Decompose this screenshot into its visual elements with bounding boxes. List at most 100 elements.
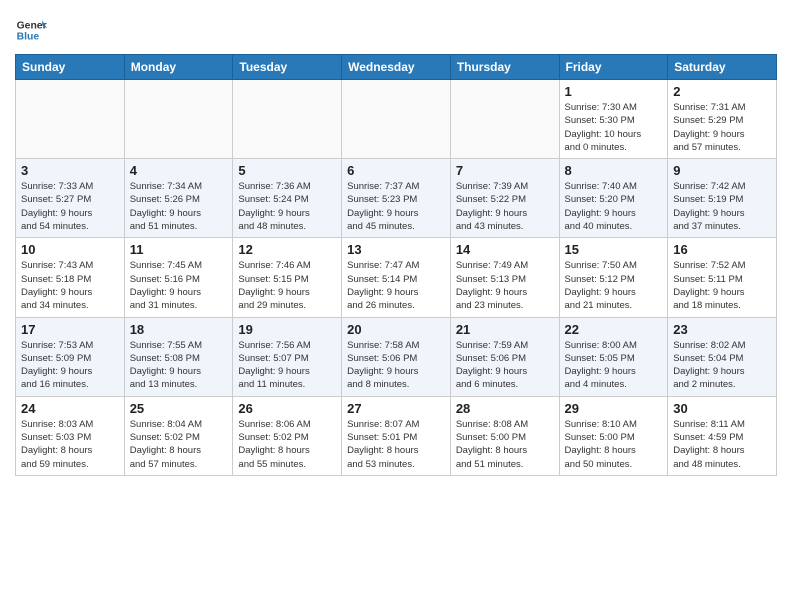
day-info: Sunrise: 7:59 AMSunset: 5:06 PMDaylight:… <box>456 339 554 392</box>
day-info: Sunrise: 7:30 AMSunset: 5:30 PMDaylight:… <box>565 101 663 154</box>
day-number: 4 <box>130 163 228 178</box>
week-row-1: 1 Sunrise: 7:30 AMSunset: 5:30 PMDaylight… <box>16 80 777 159</box>
day-number: 13 <box>347 242 445 257</box>
day-info: Sunrise: 7:36 AMSunset: 5:24 PMDaylight:… <box>238 180 336 233</box>
calendar-cell <box>233 80 342 159</box>
day-number: 10 <box>21 242 119 257</box>
calendar-cell: 1 Sunrise: 7:30 AMSunset: 5:30 PMDaylight… <box>559 80 668 159</box>
day-number: 5 <box>238 163 336 178</box>
day-info: Sunrise: 7:43 AMSunset: 5:18 PMDaylight:… <box>21 259 119 312</box>
calendar-cell: 18 Sunrise: 7:55 AMSunset: 5:08 PMDayligh… <box>124 317 233 396</box>
day-number: 6 <box>347 163 445 178</box>
calendar-cell: 22 Sunrise: 8:00 AMSunset: 5:05 PMDayligh… <box>559 317 668 396</box>
day-info: Sunrise: 7:58 AMSunset: 5:06 PMDaylight:… <box>347 339 445 392</box>
calendar-cell: 21 Sunrise: 7:59 AMSunset: 5:06 PMDayligh… <box>450 317 559 396</box>
page: General Blue SundayMondayTuesdayWednesda… <box>0 0 792 491</box>
day-number: 21 <box>456 322 554 337</box>
logo-icon: General Blue <box>15 14 47 46</box>
day-number: 9 <box>673 163 771 178</box>
calendar-cell: 19Sunrise: 7:56 AMSunset: 5:07 PMDayligh… <box>233 317 342 396</box>
day-number: 18 <box>130 322 228 337</box>
day-info: Sunrise: 8:07 AMSunset: 5:01 PMDaylight:… <box>347 418 445 471</box>
day-info: Sunrise: 7:45 AMSunset: 5:16 PMDaylight:… <box>130 259 228 312</box>
day-number: 23 <box>673 322 771 337</box>
day-info: Sunrise: 7:50 AMSunset: 5:12 PMDaylight:… <box>565 259 663 312</box>
weekday-header-thursday: Thursday <box>450 55 559 80</box>
calendar-cell: 3Sunrise: 7:33 AMSunset: 5:27 PMDaylight… <box>16 159 125 238</box>
header: General Blue <box>15 10 777 46</box>
day-number: 11 <box>130 242 228 257</box>
calendar-cell <box>342 80 451 159</box>
calendar-cell: 4Sunrise: 7:34 AMSunset: 5:26 PMDaylight… <box>124 159 233 238</box>
day-number: 14 <box>456 242 554 257</box>
day-info: Sunrise: 7:39 AMSunset: 5:22 PMDaylight:… <box>456 180 554 233</box>
calendar-cell: 14Sunrise: 7:49 AMSunset: 5:13 PMDayligh… <box>450 238 559 317</box>
day-info: Sunrise: 7:47 AMSunset: 5:14 PMDaylight:… <box>347 259 445 312</box>
calendar-cell: 12 Sunrise: 7:46 AMSunset: 5:15 PMDayligh… <box>233 238 342 317</box>
weekday-header-row: SundayMondayTuesdayWednesdayThursdayFrid… <box>16 55 777 80</box>
calendar-cell: 11 Sunrise: 7:45 AMSunset: 5:16 PMDayligh… <box>124 238 233 317</box>
day-info: Sunrise: 7:52 AMSunset: 5:11 PMDaylight:… <box>673 259 771 312</box>
week-row-4: 17 Sunrise: 7:53 AMSunset: 5:09 PMDayligh… <box>16 317 777 396</box>
day-number: 2 <box>673 84 771 99</box>
calendar-cell: 17 Sunrise: 7:53 AMSunset: 5:09 PMDayligh… <box>16 317 125 396</box>
weekday-header-saturday: Saturday <box>668 55 777 80</box>
calendar-cell: 2 Sunrise: 7:31 AMSunset: 5:29 PMDaylight… <box>668 80 777 159</box>
calendar-cell: 5 Sunrise: 7:36 AMSunset: 5:24 PMDaylight… <box>233 159 342 238</box>
day-info: Sunrise: 8:06 AMSunset: 5:02 PMDaylight:… <box>238 418 336 471</box>
calendar-cell: 13 Sunrise: 7:47 AMSunset: 5:14 PMDayligh… <box>342 238 451 317</box>
calendar-cell: 6Sunrise: 7:37 AMSunset: 5:23 PMDaylight… <box>342 159 451 238</box>
day-info: Sunrise: 7:40 AMSunset: 5:20 PMDaylight:… <box>565 180 663 233</box>
calendar-cell: 27Sunrise: 8:07 AMSunset: 5:01 PMDayligh… <box>342 396 451 475</box>
weekday-header-monday: Monday <box>124 55 233 80</box>
calendar-table: SundayMondayTuesdayWednesdayThursdayFrid… <box>15 54 777 476</box>
calendar-cell: 16 Sunrise: 7:52 AMSunset: 5:11 PMDayligh… <box>668 238 777 317</box>
day-number: 16 <box>673 242 771 257</box>
day-number: 28 <box>456 401 554 416</box>
day-info: Sunrise: 8:11 AMSunset: 4:59 PMDaylight:… <box>673 418 771 471</box>
day-number: 22 <box>565 322 663 337</box>
calendar-cell <box>124 80 233 159</box>
day-info: Sunrise: 8:04 AMSunset: 5:02 PMDaylight:… <box>130 418 228 471</box>
calendar-cell: 29 Sunrise: 8:10 AMSunset: 5:00 PMDayligh… <box>559 396 668 475</box>
weekday-header-friday: Friday <box>559 55 668 80</box>
week-row-3: 10 Sunrise: 7:43 AMSunset: 5:18 PMDayligh… <box>16 238 777 317</box>
calendar-cell: 23 Sunrise: 8:02 AMSunset: 5:04 PMDayligh… <box>668 317 777 396</box>
day-number: 12 <box>238 242 336 257</box>
calendar-cell: 28 Sunrise: 8:08 AMSunset: 5:00 PMDayligh… <box>450 396 559 475</box>
day-info: Sunrise: 8:08 AMSunset: 5:00 PMDaylight:… <box>456 418 554 471</box>
svg-text:Blue: Blue <box>17 32 40 43</box>
weekday-header-tuesday: Tuesday <box>233 55 342 80</box>
calendar-cell <box>450 80 559 159</box>
weekday-header-wednesday: Wednesday <box>342 55 451 80</box>
day-info: Sunrise: 8:03 AMSunset: 5:03 PMDaylight:… <box>21 418 119 471</box>
week-row-2: 3Sunrise: 7:33 AMSunset: 5:27 PMDaylight… <box>16 159 777 238</box>
day-number: 7 <box>456 163 554 178</box>
calendar-cell: 24Sunrise: 8:03 AMSunset: 5:03 PMDayligh… <box>16 396 125 475</box>
day-info: Sunrise: 8:00 AMSunset: 5:05 PMDaylight:… <box>565 339 663 392</box>
day-number: 17 <box>21 322 119 337</box>
day-number: 26 <box>238 401 336 416</box>
day-info: Sunrise: 7:33 AMSunset: 5:27 PMDaylight:… <box>21 180 119 233</box>
calendar-cell: 10 Sunrise: 7:43 AMSunset: 5:18 PMDayligh… <box>16 238 125 317</box>
calendar-cell: 8 Sunrise: 7:40 AMSunset: 5:20 PMDaylight… <box>559 159 668 238</box>
day-number: 8 <box>565 163 663 178</box>
day-number: 25 <box>130 401 228 416</box>
calendar-cell: 26 Sunrise: 8:06 AMSunset: 5:02 PMDayligh… <box>233 396 342 475</box>
calendar-cell: 20 Sunrise: 7:58 AMSunset: 5:06 PMDayligh… <box>342 317 451 396</box>
day-info: Sunrise: 7:53 AMSunset: 5:09 PMDaylight:… <box>21 339 119 392</box>
calendar-cell: 9Sunrise: 7:42 AMSunset: 5:19 PMDaylight… <box>668 159 777 238</box>
day-info: Sunrise: 7:46 AMSunset: 5:15 PMDaylight:… <box>238 259 336 312</box>
calendar-cell: 7 Sunrise: 7:39 AMSunset: 5:22 PMDaylight… <box>450 159 559 238</box>
calendar-cell: 30Sunrise: 8:11 AMSunset: 4:59 PMDayligh… <box>668 396 777 475</box>
day-number: 1 <box>565 84 663 99</box>
day-info: Sunrise: 8:10 AMSunset: 5:00 PMDaylight:… <box>565 418 663 471</box>
calendar-cell: 25 Sunrise: 8:04 AMSunset: 5:02 PMDayligh… <box>124 396 233 475</box>
day-info: Sunrise: 7:31 AMSunset: 5:29 PMDaylight:… <box>673 101 771 154</box>
day-info: Sunrise: 7:55 AMSunset: 5:08 PMDaylight:… <box>130 339 228 392</box>
day-info: Sunrise: 8:02 AMSunset: 5:04 PMDaylight:… <box>673 339 771 392</box>
day-number: 29 <box>565 401 663 416</box>
week-row-5: 24Sunrise: 8:03 AMSunset: 5:03 PMDayligh… <box>16 396 777 475</box>
day-number: 20 <box>347 322 445 337</box>
calendar-cell <box>16 80 125 159</box>
